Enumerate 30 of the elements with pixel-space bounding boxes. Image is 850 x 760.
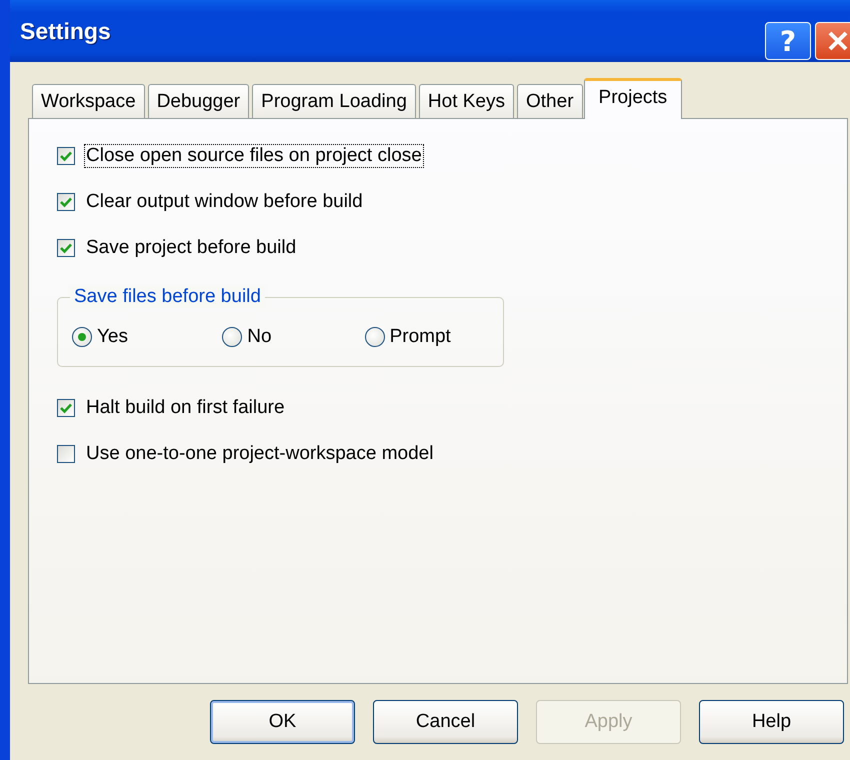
dialog-button[interactable]: OK [210,700,355,744]
checkbox[interactable] [57,399,75,417]
tab[interactable]: Debugger [148,84,250,118]
checkbox-label: Use one-to-one project-workspace model [85,442,434,466]
tab[interactable]: Program Loading [252,84,416,118]
checkbox[interactable] [57,193,75,211]
close-button[interactable] [815,22,850,60]
tab[interactable]: Other [517,84,583,118]
radio-label: Prompt [390,326,451,348]
help-button[interactable]: ? [765,22,811,60]
checkbox[interactable] [57,239,75,257]
checkbox[interactable] [57,147,75,165]
radio-label: Yes [97,326,128,348]
radio-button[interactable] [364,327,385,347]
radio-button[interactable] [222,327,242,347]
tab[interactable]: Hot Keys [418,84,514,118]
checkbox-label: Save project before build [85,236,298,260]
tab[interactable]: Workspace [32,84,145,118]
close-icon [827,30,849,52]
checkbox-label: Close open source files on project close [84,144,424,168]
radio-button[interactable] [72,327,92,347]
dialog-button[interactable]: Cancel [373,700,518,744]
window-title: Settings [20,18,111,44]
dialog-button[interactable]: Help [699,700,844,744]
radio-label: No [247,326,272,348]
checkbox-label: Clear output window before build [85,190,364,214]
checkbox[interactable] [57,445,75,463]
group-title: Save files before build [70,286,265,308]
checkbox-label: Halt build on first failure [85,396,286,420]
tab[interactable]: Projects [584,78,682,119]
